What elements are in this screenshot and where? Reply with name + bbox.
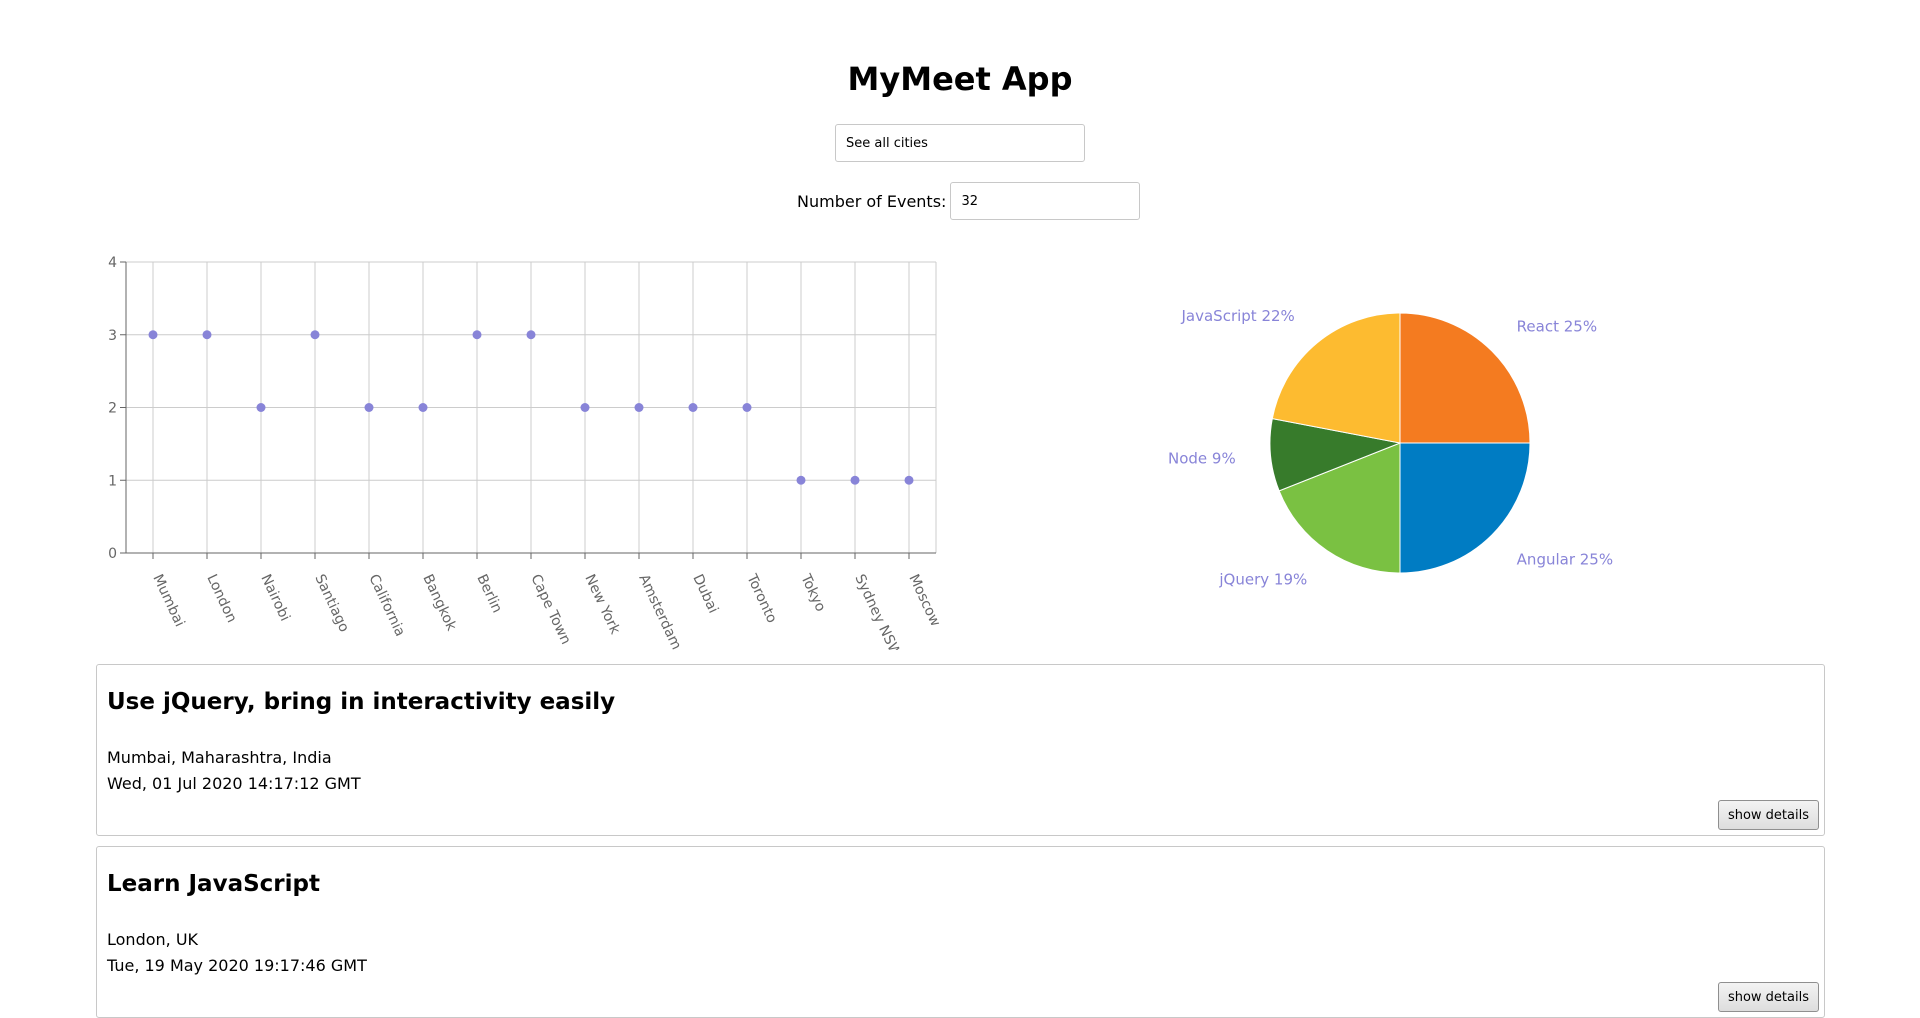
data-point bbox=[148, 330, 158, 340]
number-of-events-row: Number of Events: bbox=[797, 182, 1141, 220]
event-card: Learn JavaScript London, UK Tue, 19 May … bbox=[96, 846, 1825, 1018]
data-point bbox=[364, 403, 374, 412]
event-location: Mumbai, Maharashtra, India bbox=[107, 748, 332, 767]
x-tick-label: London bbox=[203, 572, 239, 625]
city-search-input[interactable] bbox=[835, 124, 1085, 162]
number-of-events-label: Number of Events: bbox=[797, 191, 947, 211]
event-location: London, UK bbox=[107, 930, 199, 949]
event-card: Use jQuery, bring in interactivity easil… bbox=[96, 664, 1825, 836]
x-tick-label: Amsterdam bbox=[635, 572, 684, 650]
x-tick-label: Bangkok bbox=[419, 572, 459, 634]
data-point bbox=[310, 330, 320, 340]
data-point bbox=[796, 475, 806, 485]
x-tick-label: Sydney NSW bbox=[851, 572, 903, 650]
y-tick-label: 3 bbox=[108, 328, 117, 344]
data-point bbox=[742, 403, 752, 412]
app-title: MyMeet App bbox=[847, 60, 1073, 98]
pie-slice-react bbox=[1399, 312, 1531, 444]
pie-slice-label: jQuery 19% bbox=[1218, 570, 1307, 588]
show-details-button[interactable]: show details bbox=[1717, 982, 1819, 1012]
x-tick-label: Cape Town bbox=[527, 572, 573, 647]
data-point bbox=[634, 403, 644, 412]
data-point bbox=[580, 403, 590, 412]
data-point bbox=[418, 403, 428, 412]
x-tick-label: Mumbai bbox=[149, 572, 187, 629]
x-tick-label: Nairobi bbox=[257, 572, 293, 624]
data-point bbox=[472, 330, 482, 340]
pie-slice-label: JavaScript 22% bbox=[1181, 307, 1295, 325]
x-tick-label: New York bbox=[581, 572, 623, 638]
data-point bbox=[850, 475, 860, 485]
show-details-button[interactable]: show details bbox=[1717, 800, 1819, 830]
data-point bbox=[688, 403, 698, 412]
pie-slice-label: Node 9% bbox=[1168, 450, 1236, 468]
data-point bbox=[202, 330, 212, 340]
number-of-events-input[interactable] bbox=[950, 182, 1141, 220]
x-tick-label: Santiago bbox=[311, 572, 352, 635]
y-tick-label: 4 bbox=[108, 255, 117, 271]
y-tick-label: 1 bbox=[108, 473, 117, 489]
event-title: Use jQuery, bring in interactivity easil… bbox=[107, 689, 616, 715]
x-tick-label: Toronto bbox=[743, 571, 780, 626]
data-point bbox=[526, 330, 536, 340]
event-date: Tue, 19 May 2020 19:17:46 GMT bbox=[107, 956, 367, 975]
y-tick-label: 0 bbox=[108, 546, 117, 562]
event-title: Learn JavaScript bbox=[107, 871, 320, 897]
y-tick-label: 2 bbox=[108, 401, 117, 417]
pie-slice-label: Angular 25% bbox=[1517, 551, 1613, 569]
data-point bbox=[904, 475, 914, 485]
events-per-city-scatter-chart: 0 1 2 3 4 Mumbai London Nairobi Santiago Californ… bbox=[108, 255, 943, 650]
x-tick-label: Tokyo bbox=[797, 571, 828, 614]
pie-slice-label: React 25% bbox=[1517, 317, 1597, 335]
x-tick-label: Berlin bbox=[473, 572, 505, 616]
x-tick-label: Dubai bbox=[689, 572, 721, 616]
event-date: Wed, 01 Jul 2020 14:17:12 GMT bbox=[107, 774, 361, 793]
genre-pie-chart: React 25% Angular 25% jQuery 19% Node 9% Jav… bbox=[1168, 307, 1613, 589]
x-tick-label: California bbox=[365, 572, 408, 639]
x-tick-label: Moscow bbox=[905, 572, 943, 629]
data-point bbox=[256, 403, 266, 412]
pie-slice-angular bbox=[1399, 442, 1531, 574]
